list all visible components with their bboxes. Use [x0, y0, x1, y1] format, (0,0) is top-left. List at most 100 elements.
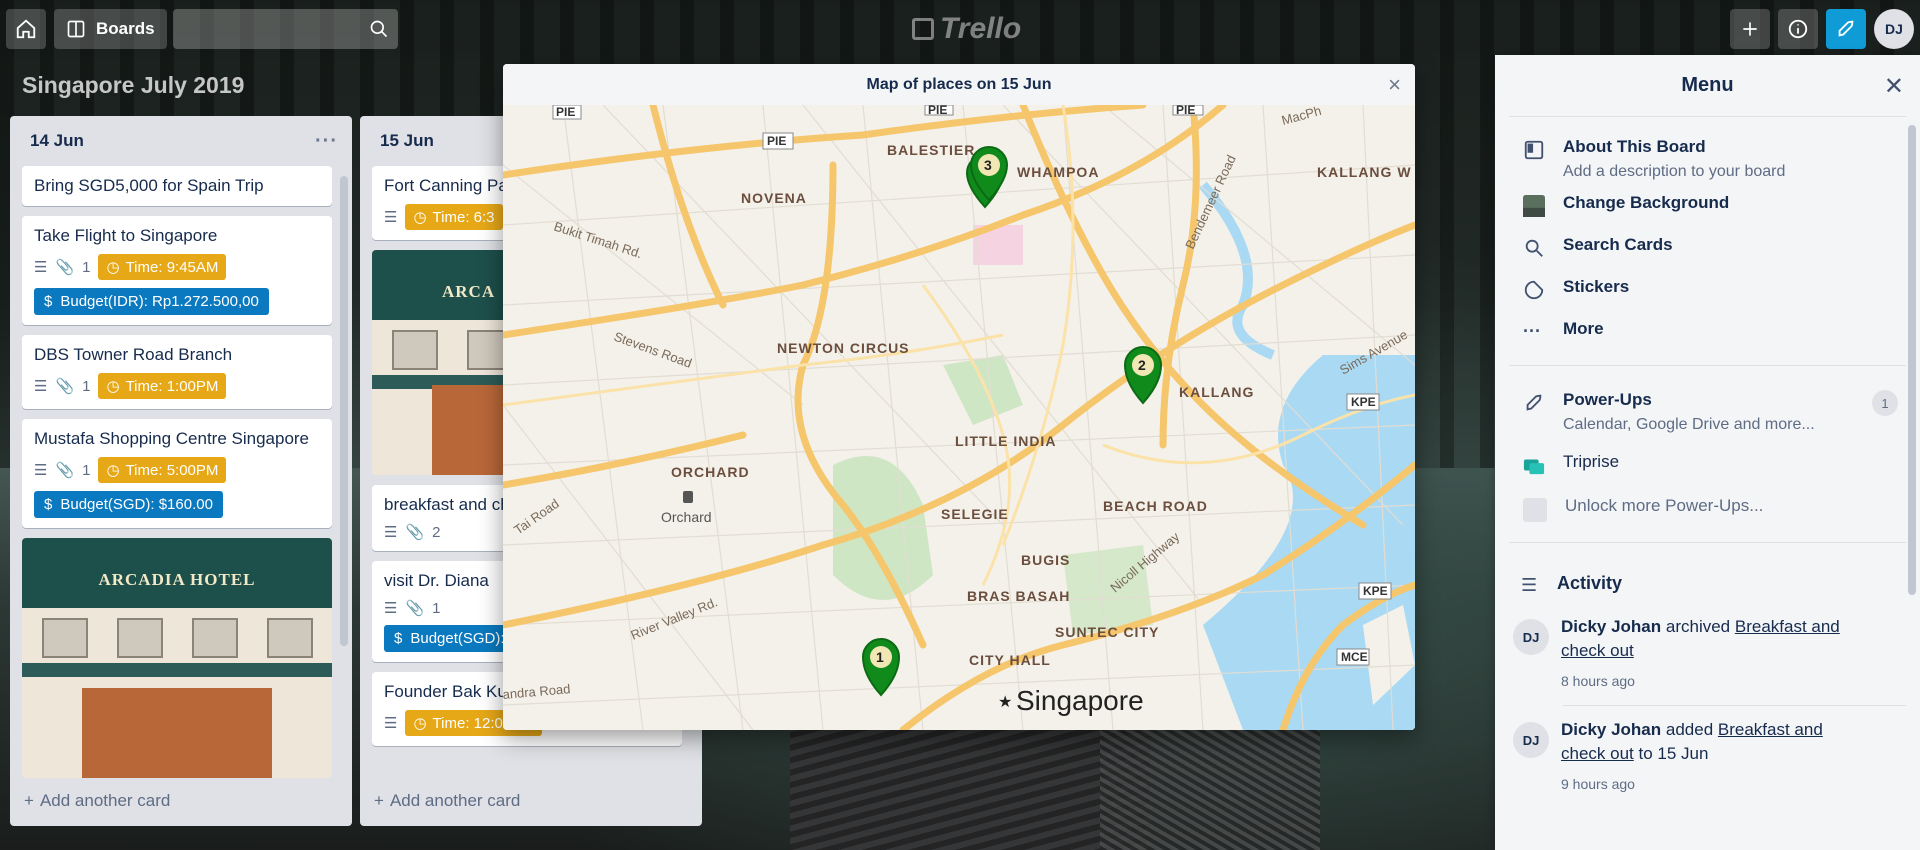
map-view[interactable]: NOVENA BALESTIER WHAMPOA KALLANG W NEWTO…	[503, 101, 1415, 730]
train-icon	[683, 491, 693, 503]
boards-label: Boards	[96, 19, 155, 38]
hotel-strip	[22, 663, 332, 677]
list-card[interactable]: Bring SGD5,000 for Spain Trip	[22, 166, 332, 206]
hotel-window	[117, 618, 163, 658]
map-label-bras-basah: BRAS BASAH	[967, 588, 1070, 604]
activity-user[interactable]: Dicky Johan	[1561, 617, 1661, 636]
menu-item-about[interactable]: About This Board Add a description to you…	[1495, 137, 1920, 181]
menu-divider	[1563, 705, 1906, 706]
butler-button[interactable]	[1826, 9, 1866, 49]
dollar-icon: $	[44, 496, 53, 513]
activity-item: DJ Dicky Johan archived Breakfast and ch…	[1495, 615, 1920, 693]
boards-button[interactable]: Boards	[54, 9, 167, 49]
menu-item-label: Change Background	[1563, 193, 1730, 212]
shield-text: PIE	[767, 134, 786, 148]
shield-text: KPE	[1363, 584, 1388, 598]
list-title[interactable]: 15 Jun	[380, 131, 434, 151]
budget-badge: $ Budget(IDR): Rp1.272.500,00	[34, 288, 269, 315]
time-text: Time: 5:00PM	[125, 461, 219, 479]
description-icon: ☰	[384, 209, 398, 226]
hotel-sign: ARCADIA HOTEL	[22, 538, 332, 608]
attachment-count: 1	[82, 377, 91, 395]
close-icon[interactable]: ✕	[1884, 72, 1904, 101]
map-label-little-india: LITTLE INDIA	[955, 433, 1056, 449]
header-search-input[interactable]	[172, 9, 398, 49]
create-button[interactable]	[1730, 9, 1770, 49]
attachment-icon: 📎	[405, 600, 425, 617]
ellipsis-icon[interactable]: ···	[315, 130, 338, 153]
map-label-suntec-city: SUNTEC CITY	[1055, 624, 1159, 640]
card-title: DBS Towner Road Branch	[34, 345, 233, 364]
time-text: Time: 1:00PM	[125, 377, 219, 395]
activity-time[interactable]: 8 hours ago	[1561, 669, 1861, 693]
clock-icon: ◷	[106, 259, 120, 276]
activity-text: Dicky Johan added Breakfast and check ou…	[1561, 718, 1861, 796]
list-card[interactable]: DBS Towner Road Branch ☰ 📎 1 ◷ Time: 1:00P…	[22, 335, 332, 409]
placeholder-square-icon	[1523, 498, 1547, 522]
menu-item-unlock-power-ups[interactable]: Unlock more Power-Ups...	[1495, 496, 1920, 522]
map-label-kallang-w: KALLANG W	[1317, 164, 1412, 180]
list-card[interactable]: Mustafa Shopping Centre Singapore ☰ 📎 1 ◷…	[22, 419, 332, 528]
close-icon[interactable]: ×	[1388, 72, 1401, 98]
trello-logo[interactable]: Trello	[912, 12, 1021, 46]
activity-user[interactable]: Dicky Johan	[1561, 720, 1661, 739]
power-ups-count-badge: 1	[1872, 390, 1898, 416]
menu-item-label: Unlock more Power-Ups...	[1565, 496, 1764, 515]
add-card-button[interactable]: + Add another card	[360, 776, 520, 826]
hotel-window	[42, 618, 88, 658]
card-cover-image[interactable]: ARCADIA HOTEL	[22, 538, 332, 778]
map-label-bugis: BUGIS	[1021, 552, 1070, 568]
card-badges: ☰ 📎 1 ◷ Time: 9:45AM	[34, 254, 320, 280]
menu-item-more[interactable]: ··· More	[1495, 319, 1920, 343]
menu-item-search-cards[interactable]: Search Cards	[1495, 235, 1920, 259]
user-avatar[interactable]: DJ	[1874, 9, 1914, 49]
shield-text: MCE	[1341, 650, 1368, 664]
home-button[interactable]	[6, 9, 46, 49]
plus-icon	[1743, 22, 1757, 36]
menu-item-power-ups[interactable]: Power-Ups Calendar, Google Drive and more…	[1495, 390, 1920, 434]
info-button[interactable]	[1778, 9, 1818, 49]
time-badge: ◷ Time: 1:00PM	[98, 373, 227, 399]
search-icon	[370, 20, 387, 38]
activity-time[interactable]: 9 hours ago	[1561, 772, 1861, 796]
plus-icon: +	[24, 791, 34, 810]
city-star-icon: ★	[998, 694, 1012, 711]
list-card[interactable]: Take Flight to Singapore ☰ 📎 1 ◷ Time: 9:4…	[22, 216, 332, 325]
map-canvas[interactable]: NOVENA BALESTIER WHAMPOA KALLANG W NEWTO…	[503, 101, 1415, 730]
menu-item-triprise[interactable]: Triprise	[1495, 452, 1920, 476]
attachment-count: 1	[82, 258, 91, 276]
expressway-shield: PIE	[552, 104, 582, 120]
hotel-window	[192, 618, 238, 658]
activity-icon: ☰	[1521, 575, 1538, 595]
card-badges: ☰ 📎 1 ◷ Time: 5:00PM	[34, 457, 320, 483]
add-card-label: Add another card	[389, 791, 521, 810]
add-card-button[interactable]: + Add another card	[10, 776, 170, 826]
clock-icon: ◷	[106, 378, 120, 395]
list-scrollbar[interactable]	[340, 176, 348, 646]
shield-text: PIE	[928, 105, 947, 117]
map-pin-label: 1	[876, 649, 884, 665]
menu-item-stickers[interactable]: Stickers	[1495, 277, 1920, 301]
menu-item-change-background[interactable]: Change Background	[1495, 193, 1920, 217]
avatar[interactable]: DJ	[1513, 722, 1549, 758]
budget-text: Budget(SGD): $	[410, 630, 518, 647]
map-pin-label: 2	[1138, 357, 1146, 373]
menu-scrollbar[interactable]	[1908, 125, 1916, 595]
attachment-count: 1	[82, 461, 91, 479]
board-menu-sidebar: Menu ✕ About This Board Add a description…	[1495, 55, 1920, 850]
attachment-count: 1	[432, 599, 441, 617]
header-right: DJ	[1730, 9, 1914, 49]
background-thumbnail-icon	[1523, 195, 1545, 217]
description-icon: ☰	[34, 259, 48, 276]
menu-item-label: Search Cards	[1563, 235, 1673, 254]
expressway-shield: PIE	[1172, 103, 1204, 117]
expressway-shield: KPE	[1358, 582, 1392, 600]
logo-text: Trello	[940, 12, 1022, 45]
list-title[interactable]: 14 Jun	[30, 131, 84, 151]
avatar[interactable]: DJ	[1513, 619, 1549, 655]
board-title[interactable]: Singapore July 2019	[22, 72, 244, 99]
clock-icon: ◷	[413, 715, 427, 732]
attachment-icon: 📎	[55, 259, 75, 276]
card-title: Founder Bak Kut	[384, 682, 512, 701]
card-badges: ☰ 📎 1 ◷ Time: 1:00PM	[34, 373, 320, 399]
